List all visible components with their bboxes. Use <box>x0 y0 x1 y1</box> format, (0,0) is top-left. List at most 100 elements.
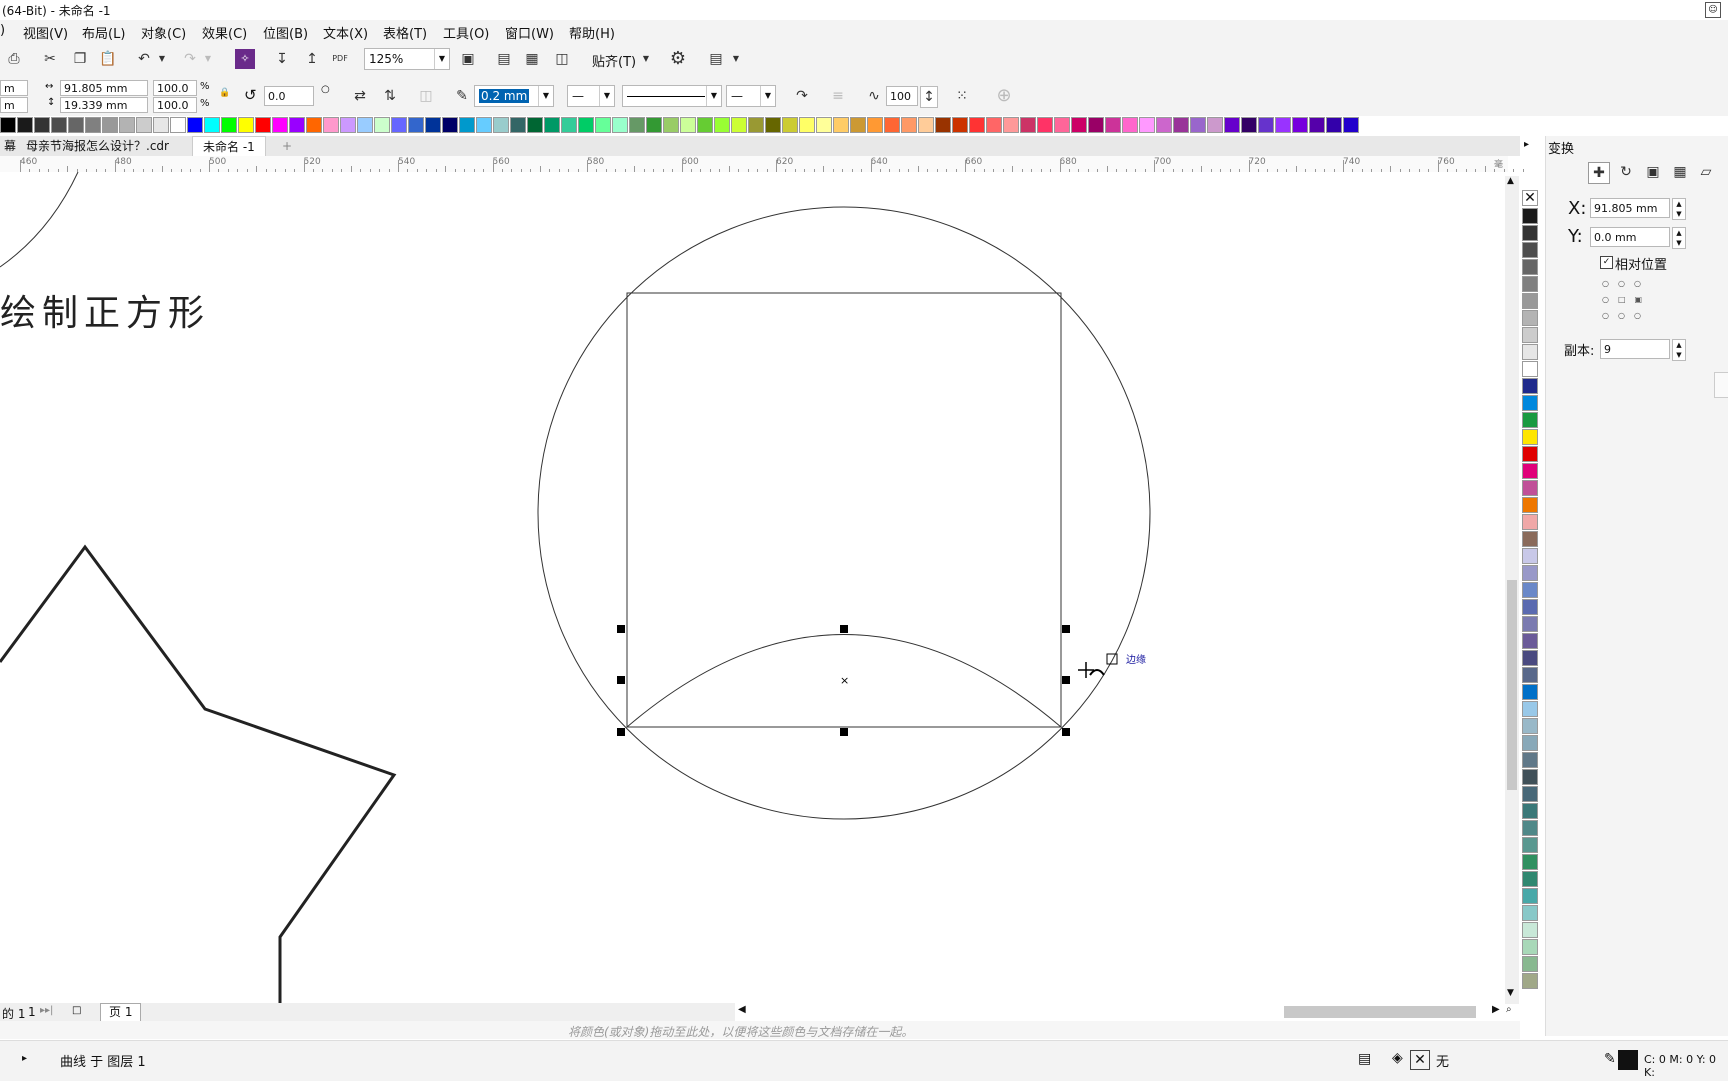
launch-dropdown-icon[interactable]: ▼ <box>726 49 746 69</box>
menu-text[interactable]: 文本(X) <box>323 23 368 42</box>
color-swatch[interactable] <box>1522 786 1538 802</box>
text-wrap-icon[interactable]: ≡ <box>828 86 848 106</box>
position-icon[interactable]: ✚ <box>1588 162 1610 184</box>
end-arrowhead-combo[interactable]: — ▼ <box>726 85 776 107</box>
color-swatch[interactable] <box>1522 837 1538 853</box>
color-swatch[interactable] <box>68 117 84 133</box>
color-swatch[interactable] <box>1522 803 1538 819</box>
color-swatch[interactable] <box>391 117 407 133</box>
color-swatch[interactable] <box>1522 684 1538 700</box>
menu-view[interactable]: 视图(V) <box>23 23 68 42</box>
menu-layout[interactable]: 布局(L) <box>82 23 125 42</box>
color-swatch[interactable] <box>833 117 849 133</box>
cut-icon[interactable]: ✂ <box>40 49 60 69</box>
color-swatch[interactable] <box>1309 117 1325 133</box>
color-swatch[interactable] <box>459 117 475 133</box>
color-swatch[interactable] <box>1522 565 1538 581</box>
combine-icon[interactable]: ◫ <box>416 86 436 106</box>
import-icon[interactable]: ↧ <box>272 49 292 69</box>
color-swatch[interactable] <box>102 117 118 133</box>
color-swatch[interactable] <box>680 117 696 133</box>
color-swatch[interactable] <box>1207 117 1223 133</box>
outline-pen-icon[interactable]: ✎ <box>1604 1051 1616 1067</box>
color-swatch[interactable] <box>1522 718 1538 734</box>
color-swatch[interactable] <box>663 117 679 133</box>
color-swatch[interactable] <box>867 117 883 133</box>
color-swatch[interactable] <box>1522 378 1538 394</box>
zoom-navigator-icon[interactable]: ⌕ <box>1506 1004 1512 1015</box>
reverse-direction-icon[interactable]: ↷ <box>792 86 812 106</box>
color-swatch[interactable] <box>238 117 254 133</box>
scrollbar-thumb[interactable] <box>1507 580 1517 790</box>
fill-icon[interactable]: ◈ <box>1392 1050 1403 1066</box>
color-swatch[interactable] <box>1522 548 1538 564</box>
color-swatch[interactable] <box>1522 888 1538 904</box>
color-swatch[interactable] <box>1088 117 1104 133</box>
x-position-input[interactable]: 91.805 mm <box>1590 198 1670 218</box>
export-icon[interactable]: ↥ <box>302 49 322 69</box>
color-swatch[interactable] <box>1522 956 1538 972</box>
color-swatch[interactable] <box>1522 922 1538 938</box>
color-swatch[interactable] <box>544 117 560 133</box>
mirror-horizontal-icon[interactable]: ⇄ <box>350 86 370 106</box>
color-swatch[interactable] <box>714 117 730 133</box>
color-swatch[interactable] <box>578 117 594 133</box>
mirror-vertical-icon[interactable]: ⇅ <box>380 86 400 106</box>
color-swatch[interactable] <box>748 117 764 133</box>
color-swatch[interactable] <box>1522 633 1538 649</box>
color-swatch[interactable] <box>1522 225 1538 241</box>
color-swatch[interactable] <box>1522 752 1538 768</box>
next-page-icon[interactable]: ▸▸| <box>40 1005 53 1016</box>
drawing-canvas[interactable]: × 绘制正方形 边缘 <box>0 172 1508 1004</box>
vertical-scrollbar[interactable]: ▲ ▼ <box>1505 176 1519 1004</box>
selection-handle[interactable] <box>840 728 848 736</box>
selection-handle[interactable] <box>1062 676 1070 684</box>
menu-help[interactable]: 帮助(H) <box>569 23 615 42</box>
selection-handle[interactable] <box>1062 728 1070 736</box>
color-swatch[interactable] <box>697 117 713 133</box>
color-swatch[interactable] <box>561 117 577 133</box>
color-swatch[interactable] <box>1522 395 1538 411</box>
color-swatch[interactable] <box>204 117 220 133</box>
color-swatch[interactable] <box>357 117 373 133</box>
user-icon[interactable]: ☺ <box>1705 2 1721 18</box>
x-spinner-icon[interactable]: ▲ ▼ <box>1672 198 1686 220</box>
color-swatch[interactable] <box>731 117 747 133</box>
color-swatch[interactable] <box>1020 117 1036 133</box>
publish-pdf-icon[interactable]: PDF <box>330 49 350 69</box>
gear-icon[interactable]: ⚙ <box>668 49 688 69</box>
horizontal-scrollbar-thumb[interactable] <box>1284 1006 1476 1018</box>
document-color-icon[interactable]: ▤ <box>1358 1051 1371 1067</box>
color-swatch[interactable] <box>51 117 67 133</box>
selection-handle[interactable] <box>617 676 625 684</box>
tab-document-2[interactable]: 未命名 -1 <box>192 136 266 157</box>
add-page-icon[interactable]: □ <box>72 1005 81 1016</box>
color-swatch[interactable] <box>1190 117 1206 133</box>
color-swatch[interactable] <box>1522 276 1538 292</box>
color-swatch[interactable] <box>1241 117 1257 133</box>
color-swatch[interactable] <box>1522 820 1538 836</box>
color-swatch[interactable] <box>476 117 492 133</box>
snap-dropdown-icon[interactable]: ▼ <box>636 49 656 69</box>
color-swatch[interactable] <box>952 117 968 133</box>
color-swatch[interactable] <box>901 117 917 133</box>
skew-icon[interactable]: ▱ <box>1696 162 1716 182</box>
color-swatch[interactable] <box>1522 905 1538 921</box>
extract-subpath-icon[interactable]: ⁙ <box>952 86 972 106</box>
color-swatch[interactable] <box>255 117 271 133</box>
color-swatch[interactable] <box>595 117 611 133</box>
color-swatch[interactable] <box>1522 531 1538 547</box>
selection-handle[interactable] <box>1062 625 1070 633</box>
y-position-field[interactable]: m <box>0 97 28 113</box>
add-node-icon[interactable]: ⊕ <box>994 86 1014 106</box>
menu-bitmaps[interactable]: 位图(B) <box>263 23 308 42</box>
color-swatch[interactable] <box>1326 117 1342 133</box>
color-swatch[interactable] <box>986 117 1002 133</box>
menu-tools[interactable]: 工具(O) <box>443 23 489 42</box>
rotate-icon[interactable]: ↻ <box>1616 162 1636 182</box>
scroll-down-icon[interactable]: ▼ <box>1507 988 1514 998</box>
color-swatch[interactable] <box>1343 117 1359 133</box>
menu-window[interactable]: 窗口(W) <box>505 23 554 42</box>
copy-icon[interactable]: ❐ <box>70 49 90 69</box>
color-swatch[interactable] <box>425 117 441 133</box>
